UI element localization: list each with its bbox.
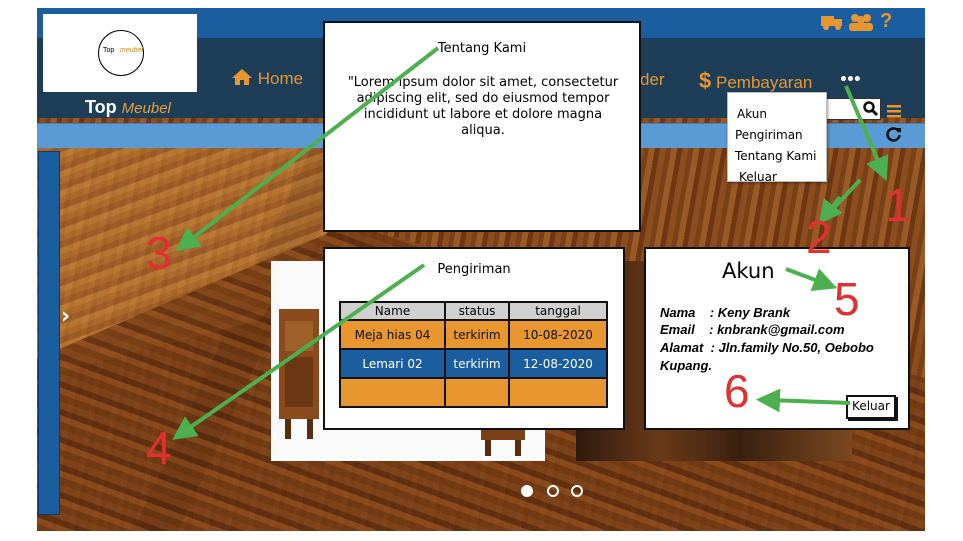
annotation-number-3: 3 [146,227,172,279]
arrow-3 [175,46,440,252]
arrow-1 [844,85,889,182]
arrow-6 [756,388,851,413]
arrow-5 [785,267,838,292]
annotation-number-1: 1 [885,179,911,231]
arrow-2 [830,178,862,212]
annotation-arrows [172,46,889,440]
annotation-number-2: 2 [806,211,832,263]
annotation-number-5: 5 [834,273,860,325]
annotation-number-4: 4 [146,422,172,474]
arrow-4 [172,263,426,440]
annotation-number-6: 6 [724,365,750,417]
